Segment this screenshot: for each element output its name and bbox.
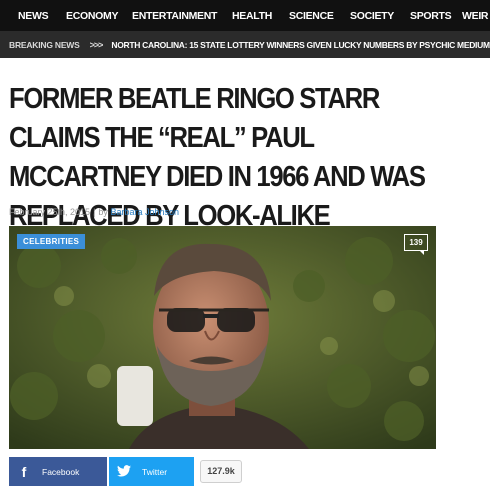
comment-count-badge[interactable]: 139 — [404, 234, 428, 255]
share-count: 127.9k — [200, 460, 242, 483]
author-link[interactable]: Barbara Johnson — [110, 207, 179, 217]
breaking-news-bar: BREAKING NEWS >>> NORTH CAROLINA: 15 STA… — [0, 31, 490, 58]
twitter-share-label: Twitter — [142, 466, 168, 477]
nav-item-news[interactable]: NEWS — [18, 10, 49, 22]
breaking-arrow-icon: >>> — [89, 39, 104, 50]
nav-item-sports[interactable]: SPORTS — [410, 10, 452, 22]
nav-item-weird[interactable]: WEIR — [462, 10, 489, 22]
breaking-news-link[interactable]: NORTH CAROLINA: 15 STATE LOTTERY WINNERS… — [111, 40, 490, 50]
facebook-share-label: Facebook — [42, 466, 80, 477]
nav-item-health[interactable]: HEALTH — [232, 10, 272, 22]
nav-item-science[interactable]: SCIENCE — [289, 10, 334, 22]
article-date: February 25th, 2015 — [9, 207, 91, 217]
nav-item-society[interactable]: SOCIETY — [350, 10, 394, 22]
top-navigation: NEWS ECONOMY ENTERTAINMENT HEALTH SCIENC… — [0, 0, 490, 31]
facebook-share-button[interactable]: f Facebook — [9, 457, 107, 486]
meta-separator: | — [93, 207, 96, 217]
nav-item-entertainment[interactable]: ENTERTAINMENT — [132, 10, 217, 22]
portrait-photo-icon — [9, 226, 436, 449]
breaking-news-label: BREAKING NEWS — [9, 39, 80, 50]
nav-item-economy[interactable]: ECONOMY — [66, 10, 118, 22]
hero-image[interactable]: CELEBRITIES 139 — [9, 226, 436, 449]
facebook-icon: f — [21, 463, 27, 480]
byline-prefix: by — [98, 207, 108, 217]
twitter-share-button[interactable]: Twitter — [109, 457, 194, 486]
article-meta: February 25th, 2015 | by Barbara Johnson — [9, 207, 179, 217]
twitter-icon — [109, 464, 139, 480]
category-badge[interactable]: CELEBRITIES — [17, 234, 86, 249]
